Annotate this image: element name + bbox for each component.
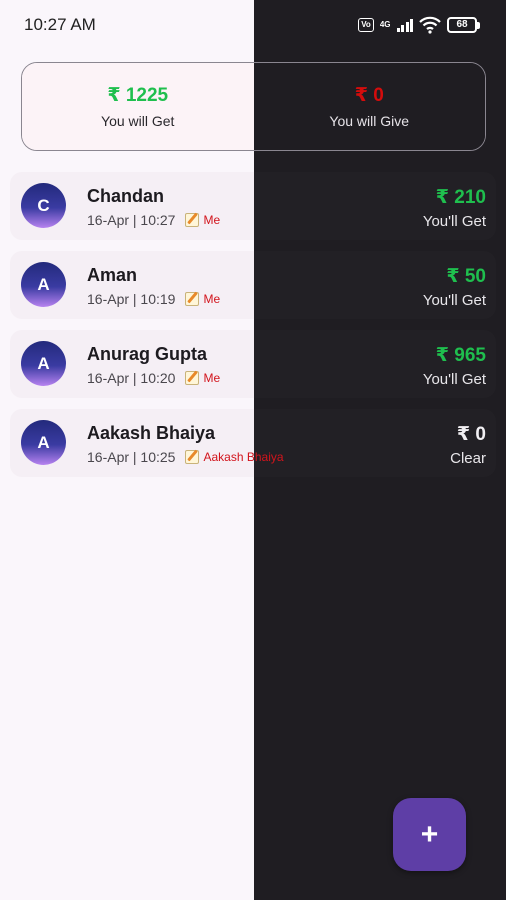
contact-name: Aman [87, 265, 138, 285]
status-icons: Vo 4G 68 [358, 14, 480, 36]
contact-datetime: 16-Apr | 10:27 [87, 212, 176, 228]
contact-row-chandan[interactable]: C Chandan 16-Apr | 10:27 Me ₹ 210 You'll… [10, 172, 496, 240]
balance-summary-card: ₹ 1225 You will Get ₹ 0 You will Give [21, 62, 486, 151]
contact-meta: 16-Apr | 10:20 Me [87, 370, 220, 386]
contact-note: Me [203, 213, 221, 227]
avatar: A [21, 420, 66, 465]
battery-level: 68 [447, 17, 477, 33]
total-get-amount: ₹ 1225 [107, 85, 169, 106]
avatar: C [21, 183, 66, 228]
contact-name: Anurag Gupta [87, 344, 207, 364]
contact-datetime: 16-Apr | 10:20 [87, 370, 176, 386]
you-will-get-panel: ₹ 1225 You will Get [22, 63, 254, 150]
you-will-give-panel: ₹ 0 You will Give [253, 63, 485, 150]
contact-name: Aakash Bhaiya [87, 423, 216, 443]
avatar: A [21, 341, 66, 386]
contact-note: Aakash Bhaiya [203, 450, 284, 464]
contact-meta: 16-Apr | 10:27 Me [87, 212, 220, 228]
contact-status: You'll Get [422, 213, 486, 230]
memo-icon [185, 371, 200, 385]
contact-datetime: 16-Apr | 10:19 [87, 291, 176, 307]
contact-list: C Chandan 16-Apr | 10:27 Me ₹ 210 You'll… [10, 172, 496, 488]
contact-amount: ₹ 965 [435, 345, 486, 366]
wifi-icon [419, 16, 441, 34]
contact-row-anurag-gupta[interactable]: A Anurag Gupta 16-Apr | 10:20 Me ₹ 965 Y… [10, 330, 496, 398]
contact-row-aman[interactable]: A Aman 16-Apr | 10:19 Me ₹ 50 You'll Get [10, 251, 496, 319]
status-time: 10:27 AM [24, 15, 96, 34]
battery-icon: 68 [447, 17, 480, 33]
contact-status: You'll Get [422, 371, 486, 388]
contact-meta: 16-Apr | 10:25 Aakash Bhaiya [87, 449, 284, 465]
memo-icon [185, 292, 200, 306]
memo-icon [185, 450, 200, 464]
contact-amount: ₹ 50 [446, 266, 486, 287]
contact-status: Clear [450, 450, 486, 467]
total-get-label: You will Get [101, 113, 175, 129]
avatar: A [21, 262, 66, 307]
total-give-label: You will Give [329, 113, 410, 129]
volte-icon: Vo [358, 18, 374, 32]
contact-row-aakash-bhaiya[interactable]: A Aakash Bhaiya 16-Apr | 10:25 Aakash Bh… [10, 409, 496, 477]
contact-meta: 16-Apr | 10:19 Me [87, 291, 220, 307]
memo-icon [185, 213, 200, 227]
contact-datetime: 16-Apr | 10:25 [87, 449, 176, 465]
contact-amount: ₹ 0 [456, 424, 486, 445]
network-type-icon: 4G [379, 20, 391, 29]
contact-note: Me [203, 292, 221, 306]
contact-status: You'll Get [422, 292, 486, 309]
status-bar: 10:27 AM Vo 4G 68 [0, 0, 506, 50]
contact-note: Me [203, 371, 221, 385]
signal-icon [396, 18, 413, 32]
contact-name: Chandan [87, 186, 165, 206]
total-give-amount: ₹ 0 [354, 85, 384, 106]
add-contact-button[interactable]: + [393, 798, 466, 871]
contact-amount: ₹ 210 [435, 187, 486, 208]
